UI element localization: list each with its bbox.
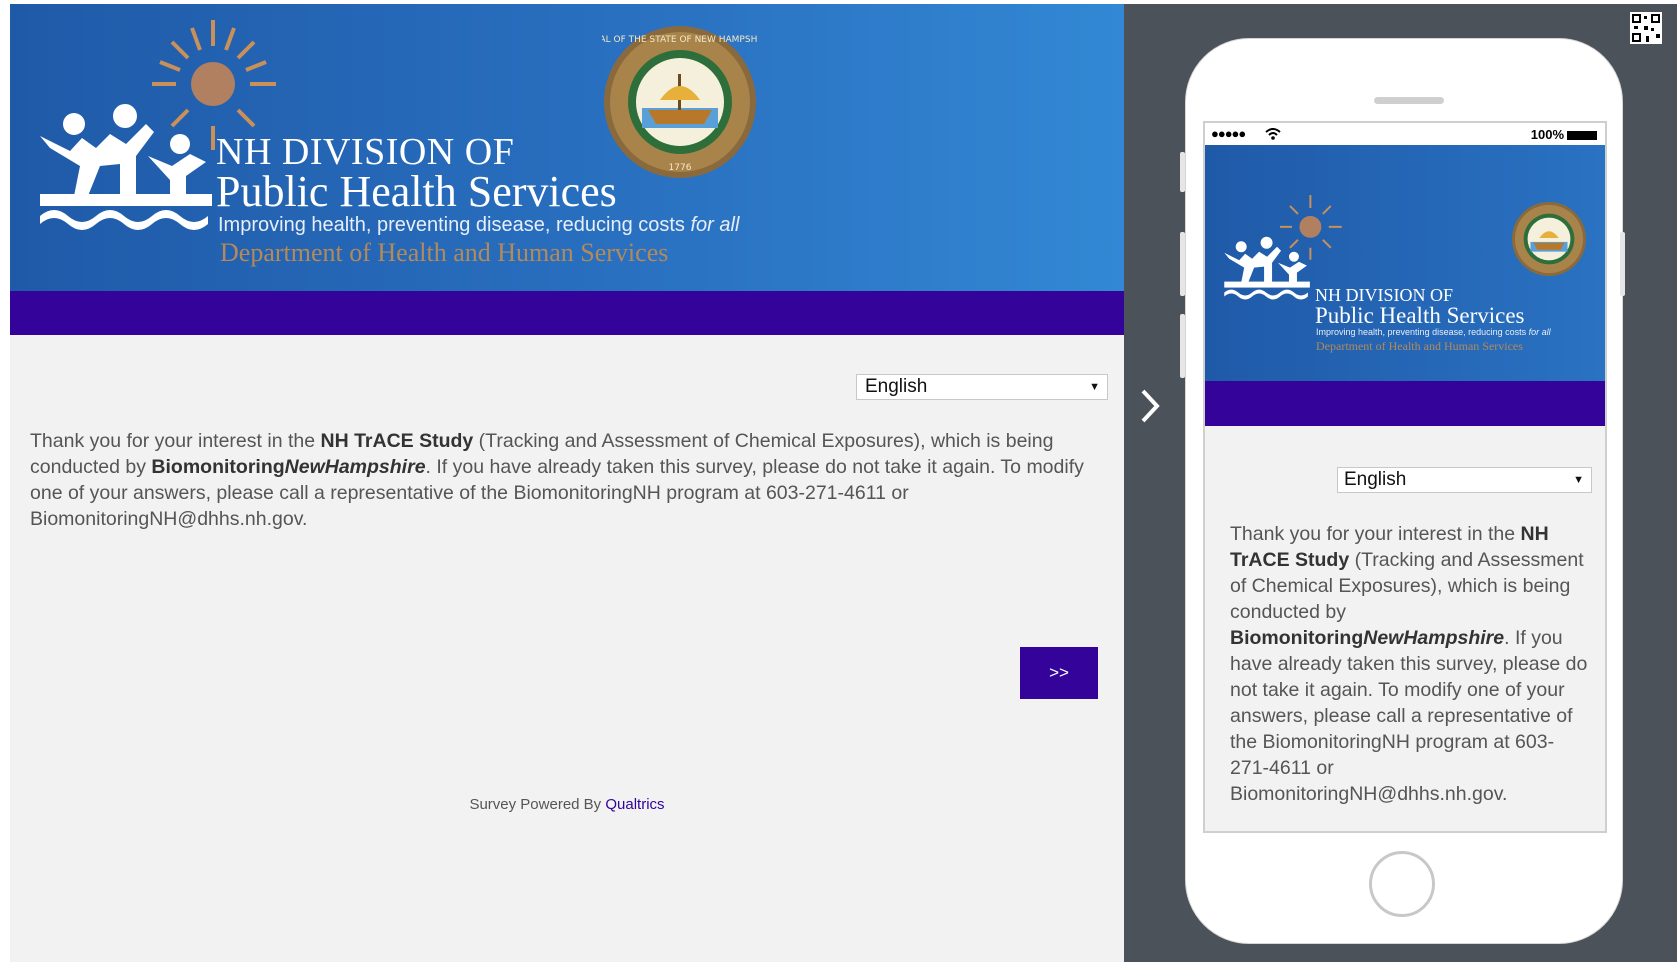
survey-footer: Survey Powered By Qualtrics [10,796,1124,813]
mobile-intro-text: Thank you for your interest in the NH Tr… [1230,523,1588,805]
battery-status: 100% [1531,127,1597,142]
language-select-value: English [865,376,928,397]
logo-tagline: Improving health, preventing disease, re… [218,214,740,236]
mobile-org-name: BiomonitoringNewHampshire [1230,627,1505,649]
chevron-right-icon[interactable] [1138,387,1162,425]
desktop-preview: NH DIVISION OF Public Health Services Im… [10,4,1124,962]
wifi-icon [1265,128,1281,140]
phone-screen: ●●●●● 100% NH DIVISION OF Public Health … [1203,121,1607,833]
language-select[interactable]: English ▼ [856,374,1108,400]
phone-frame: ●●●●● 100% NH DIVISION OF Public Health … [1185,38,1623,944]
mobile-language-select-value: English [1344,469,1407,490]
status-bar: ●●●●● 100% [1205,123,1605,145]
battery-icon [1567,131,1597,141]
phone-side-button [1180,314,1185,378]
mobile-logo-line-2: Public Health Services [1315,303,1525,328]
mobile-header-banner: NH DIVISION OF Public Health Services Im… [1205,145,1605,381]
signal-icon: ●●●●● [1211,126,1246,141]
logo-department: Department of Health and Human Services [220,238,669,267]
mobile-logo-department: Department of Health and Human Services [1316,339,1523,353]
intro-text: Thank you for your interest in the NH Tr… [30,430,1084,530]
phone-power-button [1620,232,1625,296]
footer-text: Survey Powered By [469,796,606,813]
banner-stripe [10,291,1124,335]
header-banner: NH DIVISION OF Public Health Services Im… [10,4,1124,291]
seal-text: SEAL OF THE STATE OF NEW HAMPSHIRE [602,35,758,45]
qr-code-icon[interactable] [1630,12,1662,44]
dropdown-arrow-icon: ▼ [1573,474,1584,486]
dropdown-arrow-icon: ▼ [1089,381,1100,393]
mobile-logo-tagline: Improving health, preventing disease, re… [1316,327,1551,337]
study-name: NH TrACE Study [320,430,474,452]
next-button[interactable]: >> [1020,647,1098,699]
org-name: BiomonitoringNewHampshire [151,456,426,478]
phone-side-button [1180,152,1185,192]
mobile-banner-stripe [1205,381,1605,426]
mobile-state-seal-icon [1511,201,1587,277]
phone-speaker [1374,97,1444,104]
state-seal-icon: SEAL OF THE STATE OF NEW HAMPSHIRE 1776 [602,26,758,178]
mobile-language-select[interactable]: English ▼ [1337,467,1592,493]
logo-line-2: Public Health Services [216,167,617,216]
home-button-icon[interactable] [1369,851,1435,917]
phone-side-button [1180,232,1185,296]
qualtrics-link[interactable]: Qualtrics [605,796,664,813]
seal-year: 1776 [669,163,692,173]
